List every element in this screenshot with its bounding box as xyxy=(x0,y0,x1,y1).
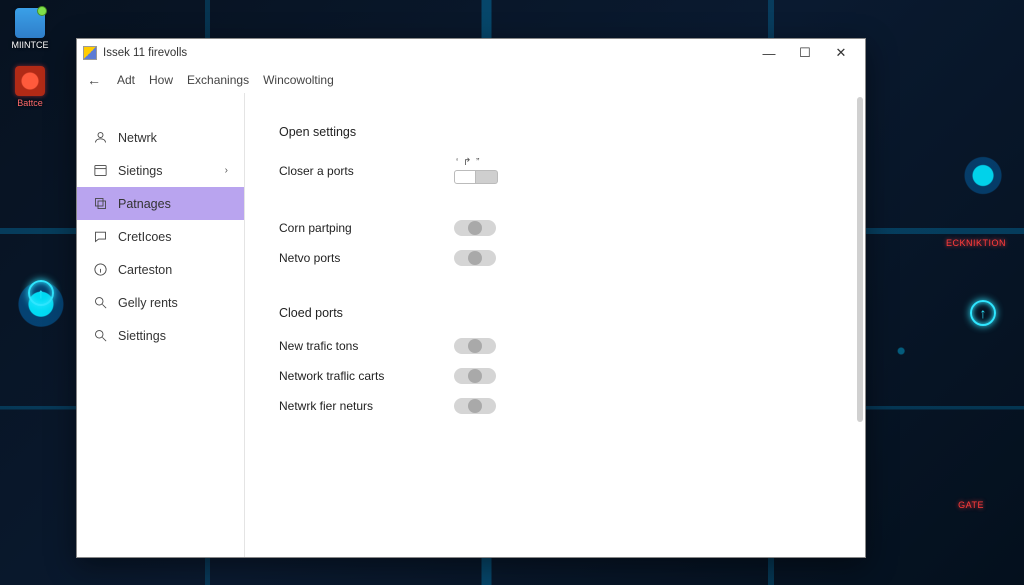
toggle-switch[interactable] xyxy=(454,220,496,236)
wallpaper-text: ECKNIKTION xyxy=(946,238,1006,248)
sidebar-item-label: Patnages xyxy=(118,197,171,211)
desktop-icon-mintce[interactable]: MIINTCE xyxy=(10,8,50,50)
panel-icon xyxy=(93,163,108,178)
setting-row-new-trafic: New trafic tons xyxy=(279,338,831,354)
menubar: ← Adt How Exchanings Wincowolting xyxy=(77,67,865,93)
setting-row-netvo-ports: Netvo ports xyxy=(279,250,831,266)
toggle-switch[interactable] xyxy=(454,368,496,384)
setting-label: New trafic tons xyxy=(279,339,454,353)
setting-label: Corn partping xyxy=(279,221,454,235)
app-icon xyxy=(15,66,45,96)
desktop-icon-label: Battce xyxy=(17,98,43,108)
chat-icon xyxy=(93,229,108,244)
sidebar-item-label: Gelly rents xyxy=(118,296,178,310)
window-title: Issek 11 firevolls xyxy=(103,47,187,59)
info-icon xyxy=(93,262,108,277)
setting-row-network-carts: Network traflic carts xyxy=(279,368,831,384)
content-pane: Open settings Closer a ports ‘ ↱ ” Corn … xyxy=(245,93,865,557)
app-icon xyxy=(83,46,97,60)
setting-label: Closer a ports xyxy=(279,164,454,178)
sidebar-item-carteston[interactable]: Carteston xyxy=(77,253,244,286)
sidebar-item-patnages[interactable]: Patnages xyxy=(77,187,244,220)
setting-label: Network traflic carts xyxy=(279,369,454,383)
wallpaper-glyph-circle: ↑ xyxy=(28,280,54,306)
toggle-switch[interactable] xyxy=(454,250,496,266)
sidebar-item-label: Netwrk xyxy=(118,131,157,145)
sidebar-item-settings2[interactable]: Siettings xyxy=(77,319,244,352)
chevron-right-icon: › xyxy=(225,165,228,176)
menu-item[interactable]: Adt xyxy=(117,73,135,87)
setting-label: Netvo ports xyxy=(279,251,454,265)
sidebar-item-gelly[interactable]: Gelly rents xyxy=(77,286,244,319)
sidebar-item-label: Siettings xyxy=(118,329,166,343)
sidebar: Netwrk Sietings › Patnages CretIcoes xyxy=(77,93,245,557)
sidebar-item-creticoes[interactable]: CretIcoes xyxy=(77,220,244,253)
menu-item[interactable]: How xyxy=(149,73,173,87)
menu-item[interactable]: Wincowolting xyxy=(263,73,334,87)
sidebar-item-settings[interactable]: Sietings › xyxy=(77,154,244,187)
sidebar-item-label: Sietings xyxy=(118,164,162,178)
desktop-icon-battce[interactable]: Battce xyxy=(10,66,50,108)
minimize-button[interactable]: — xyxy=(751,41,787,65)
wallpaper-glyph-circle: ↑ xyxy=(970,300,996,326)
setting-row-closer-ports: Closer a ports ‘ ↱ ” xyxy=(279,157,831,184)
titlebar[interactable]: Issek 11 firevolls — ☐ ✕ xyxy=(77,39,865,67)
close-button[interactable]: ✕ xyxy=(823,41,859,65)
copy-icon xyxy=(93,196,108,211)
back-button[interactable]: ← xyxy=(87,72,101,88)
computer-icon xyxy=(15,8,45,38)
section-header: Open settings xyxy=(279,125,831,139)
sidebar-item-label: Carteston xyxy=(118,263,172,277)
segmented-toggle[interactable] xyxy=(454,170,498,184)
scrollbar[interactable] xyxy=(857,97,863,422)
sidebar-item-label: CretIcoes xyxy=(118,230,172,244)
user-icon xyxy=(93,130,108,145)
sidebar-item-network[interactable]: Netwrk xyxy=(77,121,244,154)
toggle-switch[interactable] xyxy=(454,338,496,354)
setting-row-corn-partping: Corn partping xyxy=(279,220,831,236)
search-icon xyxy=(93,328,108,343)
menu-item[interactable]: Exchanings xyxy=(187,73,249,87)
app-window: Issek 11 firevolls — ☐ ✕ ← Adt How Excha… xyxy=(76,38,866,558)
maximize-button[interactable]: ☐ xyxy=(787,41,823,65)
setting-row-network-fier: Netwrk fier neturs xyxy=(279,398,831,414)
desktop-icon-label: MIINTCE xyxy=(12,40,49,50)
toggle-switch[interactable] xyxy=(454,398,496,414)
setting-label: Netwrk fier neturs xyxy=(279,399,454,413)
section-header: Cloed ports xyxy=(279,306,831,320)
search-icon xyxy=(93,295,108,310)
wallpaper-text: GATE xyxy=(958,500,984,510)
toggle-mini-label: ‘ ↱ ” xyxy=(456,157,498,168)
